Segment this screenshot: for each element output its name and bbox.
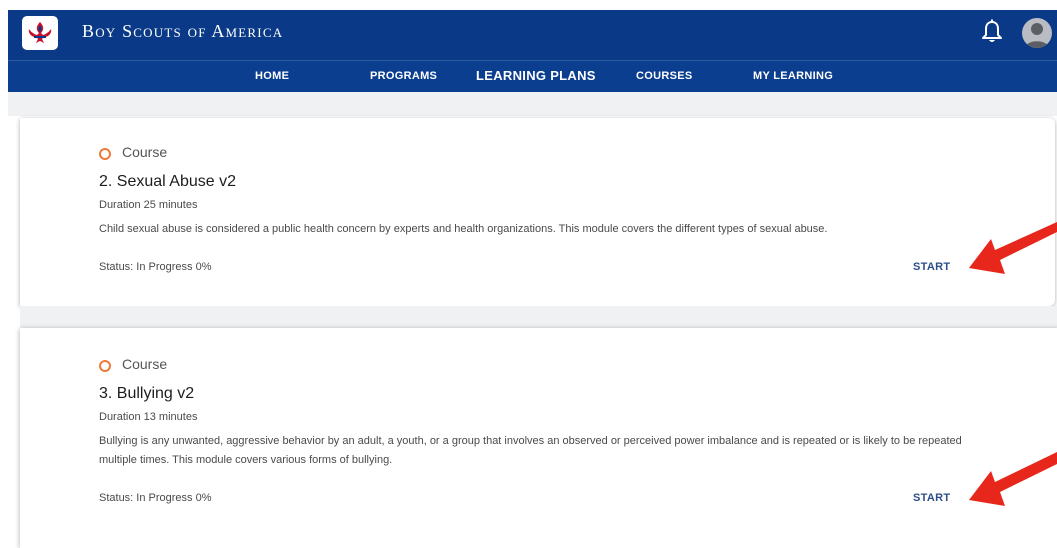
content-background	[8, 92, 1057, 116]
nav-courses[interactable]: COURSES	[636, 70, 693, 82]
start-button[interactable]: START	[913, 261, 950, 273]
fleur-de-lis-icon[interactable]	[22, 16, 58, 50]
course-title[interactable]: 2. Sexual Abuse v2	[99, 173, 236, 191]
course-type-label: Course	[122, 144, 168, 160]
nav-programs[interactable]: PROGRAMS	[370, 70, 437, 82]
course-card: Course 3. Bullying v2 Duration 13 minute…	[20, 328, 1057, 548]
start-button[interactable]: START	[913, 492, 950, 504]
course-card: Course 2. Sexual Abuse v2 Duration 25 mi…	[20, 118, 1055, 306]
course-description: Bullying is any unwanted, aggressive beh…	[99, 435, 962, 466]
course-duration: Duration 25 minutes	[99, 199, 198, 211]
top-bar: Boy Scouts of America HOME PROGRAMS LEAR…	[8, 10, 1057, 93]
circle-icon	[99, 148, 111, 160]
course-type-label: Course	[122, 356, 168, 372]
nav-learning-plans[interactable]: LEARNING PLANS	[476, 68, 596, 83]
main-nav: HOME PROGRAMS LEARNING PLANS COURSES MY …	[8, 60, 1057, 93]
course-description: Child sexual abuse is considered a publi…	[99, 223, 828, 235]
course-title[interactable]: 3. Bullying v2	[99, 385, 194, 403]
brand-title[interactable]: Boy Scouts of America	[82, 21, 283, 42]
course-status: Status: In Progress 0%	[99, 261, 212, 273]
red-arrow-icon	[969, 222, 1057, 274]
course-duration: Duration 13 minutes	[99, 411, 198, 423]
card-separator	[20, 306, 1057, 328]
circle-icon	[99, 360, 111, 372]
course-status: Status: In Progress 0%	[99, 492, 212, 504]
bell-icon[interactable]	[980, 19, 1004, 45]
nav-my-learning[interactable]: MY LEARNING	[753, 70, 833, 82]
avatar-icon[interactable]	[1022, 18, 1052, 48]
red-arrow-icon	[969, 452, 1057, 506]
nav-home[interactable]: HOME	[255, 70, 289, 82]
